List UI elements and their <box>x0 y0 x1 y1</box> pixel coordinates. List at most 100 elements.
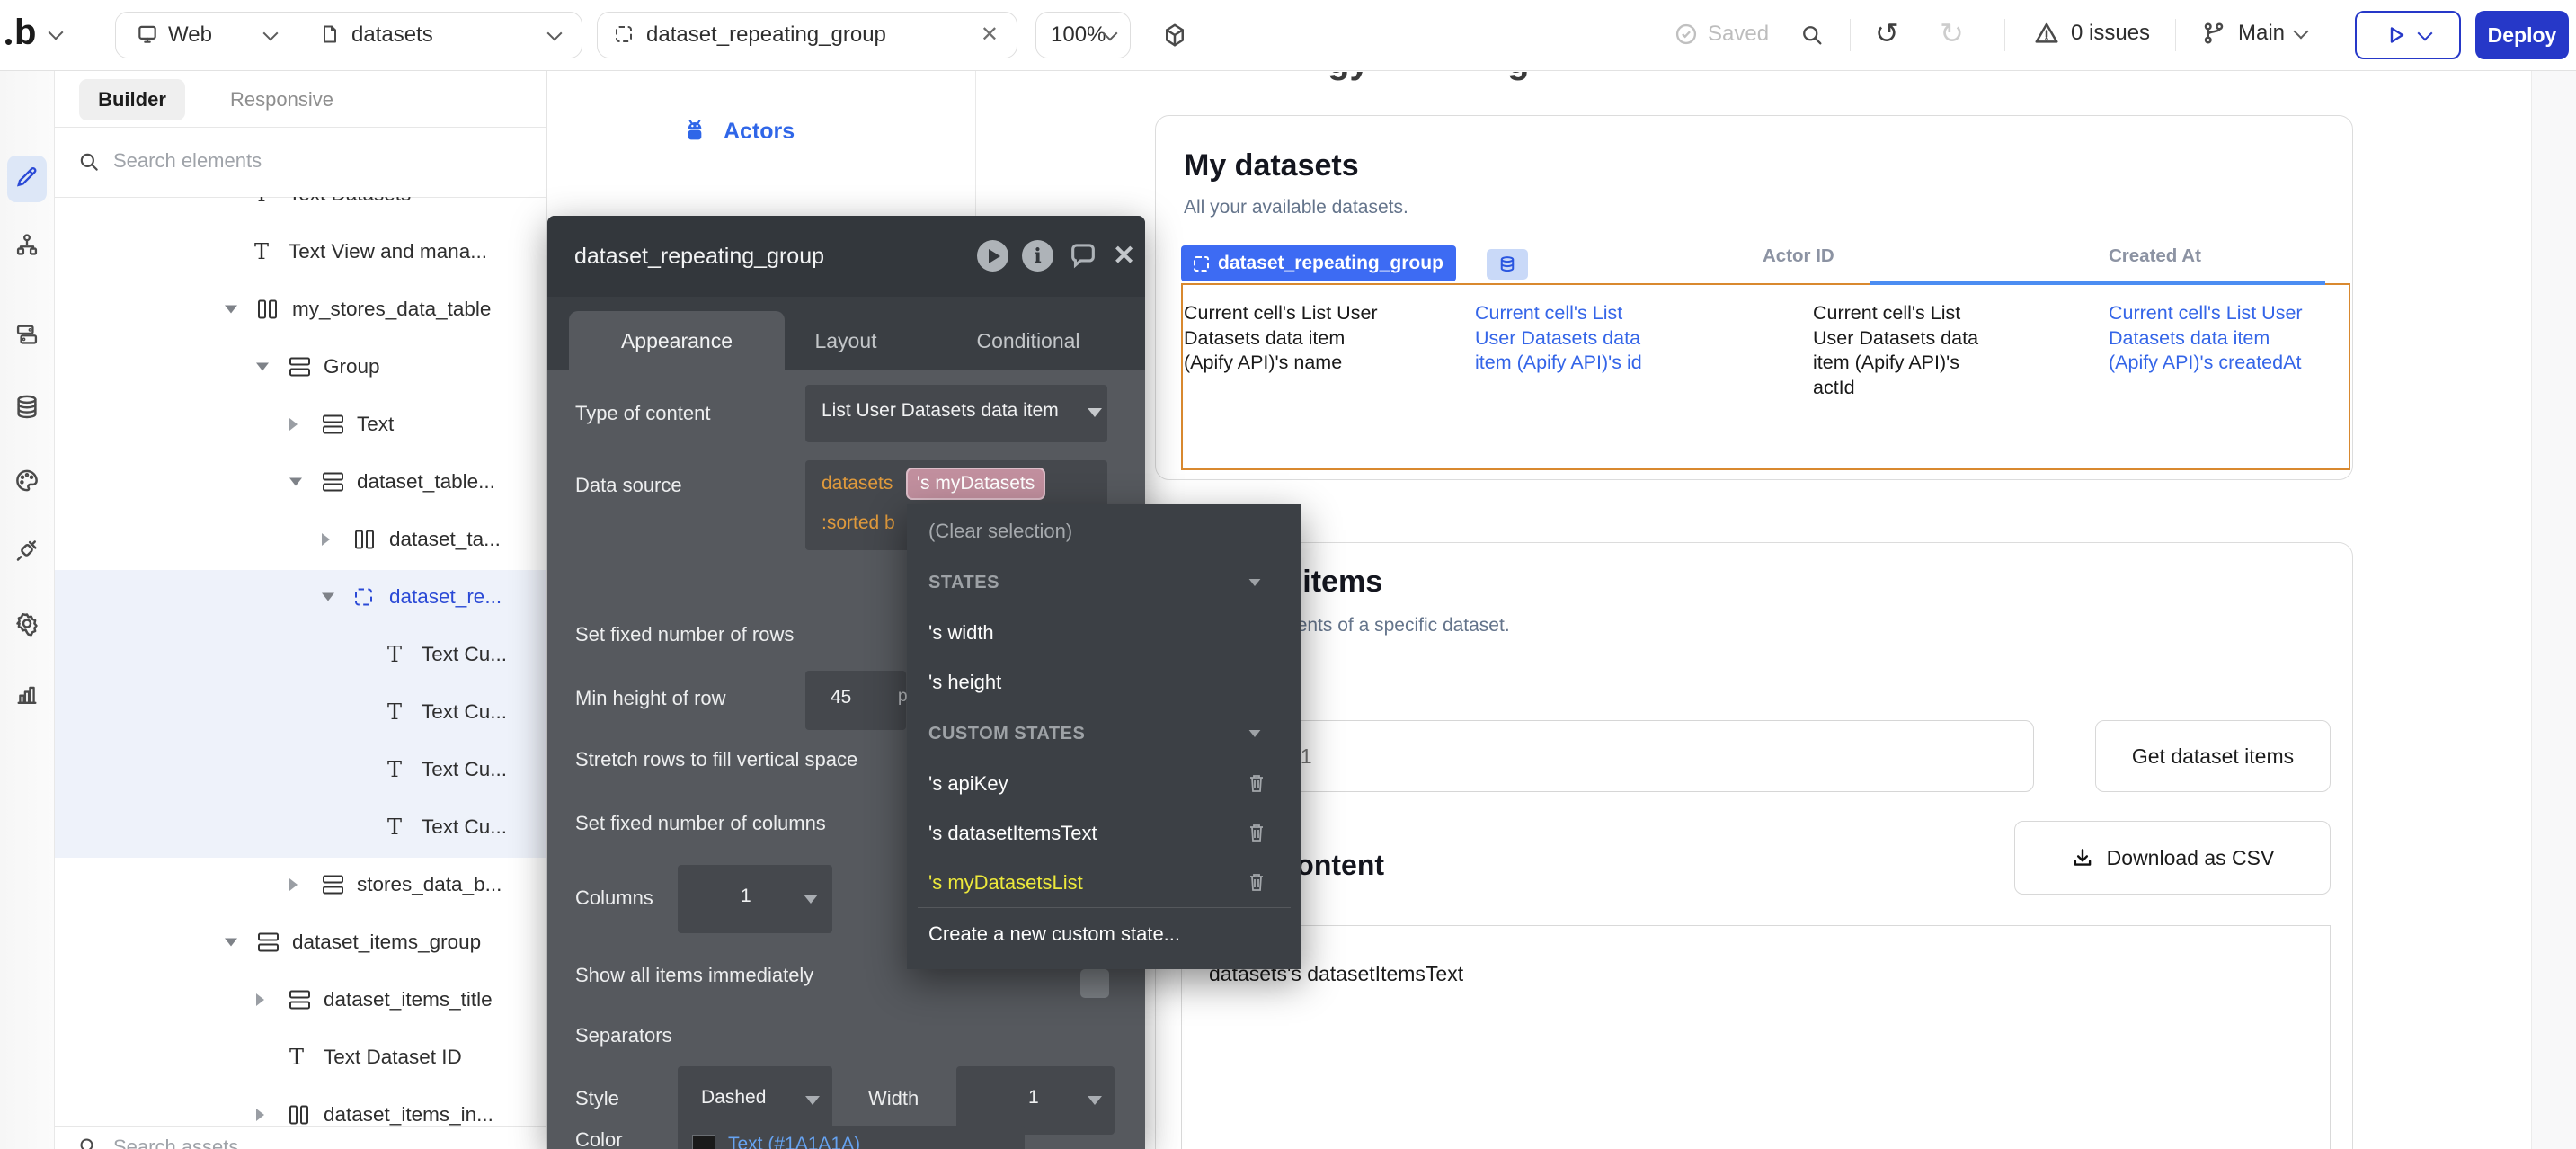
columns-select[interactable]: 1 <box>678 865 832 933</box>
tree-item-group[interactable]: Group <box>54 338 546 396</box>
page-label[interactable]: datasets <box>351 22 433 48</box>
dataset-content-box[interactable]: datasets's datasetItemsText <box>1181 925 2331 1149</box>
charts-icon[interactable] <box>14 682 40 712</box>
close-icon[interactable]: ✕ <box>981 22 999 48</box>
dropdown-create-custom-state[interactable]: Create a new custom state... <box>928 920 1180 949</box>
issues-indicator[interactable]: 0 issues <box>2033 20 2150 47</box>
tree-item-dataset-items-in[interactable]: dataset_items_in... <box>54 1086 546 1126</box>
dropdown-clear-selection[interactable]: (Clear selection) <box>928 517 1072 546</box>
show-all-checkbox[interactable] <box>1080 969 1109 998</box>
expand-arrow-icon[interactable] <box>289 478 302 486</box>
platform-label[interactable]: Web <box>168 22 212 48</box>
tree-item-label: dataset_items_title <box>324 988 493 1011</box>
trash-icon[interactable] <box>1248 773 1266 797</box>
repeating-group-cell[interactable]: Current cell's List User Datasets data i… <box>1813 301 2054 400</box>
redo-icon[interactable]: ↻ <box>1940 16 1964 50</box>
tree-item-stores-data-b[interactable]: stores_data_b... <box>54 856 546 913</box>
tree-item-dataset-items-title[interactable]: dataset_items_title <box>54 971 546 1029</box>
info-icon[interactable]: i <box>1022 240 1053 272</box>
download-csv-button[interactable]: Download as CSV <box>2014 821 2331 895</box>
expand-arrow-icon[interactable] <box>256 363 269 371</box>
cube-icon[interactable] <box>1161 21 1188 49</box>
preview-element-icon[interactable] <box>977 240 1008 272</box>
tab-responsive[interactable]: Responsive <box>214 79 350 120</box>
tree-item-dataset-table[interactable]: dataset_table... <box>54 453 546 511</box>
type-of-content-select[interactable]: List User Datasets data item <box>805 385 1107 442</box>
asset-search-bar[interactable]: Search assets <box>54 1126 546 1149</box>
undo-icon[interactable]: ↺ <box>1875 16 1899 50</box>
expand-arrow-icon[interactable] <box>322 593 334 601</box>
dropdown-section-header[interactable]: CUSTOM STATES <box>928 720 1085 747</box>
expression-state-token[interactable]: 's myDatasets <box>906 468 1045 500</box>
dropdown-state-item[interactable]: 's datasetItemsText <box>928 819 1097 848</box>
style-select[interactable]: Dashed <box>678 1066 832 1135</box>
dropdown-state-item[interactable]: 's myDatasetsList <box>928 868 1083 897</box>
chevron-down-icon[interactable] <box>2418 26 2433 41</box>
chevron-down-icon[interactable] <box>1249 579 1261 586</box>
tree-item-text-dataset-id[interactable]: TText Dataset ID <box>54 1029 546 1086</box>
collapsed-arrow-icon[interactable] <box>256 993 264 1006</box>
color-value-link[interactable]: Text (#1A1A1A) <box>728 1134 860 1149</box>
tab-builder[interactable]: Builder <box>79 79 185 120</box>
chevron-down-icon[interactable] <box>263 26 279 41</box>
tree-item-text-cu[interactable]: TText Cu... <box>54 741 546 798</box>
logo-chevron-icon[interactable] <box>49 25 64 40</box>
element-search-bar[interactable]: Search elements <box>54 127 546 198</box>
hierarchy-icon[interactable] <box>14 233 40 263</box>
tree-item-dataset-ta[interactable]: dataset_ta... <box>54 511 546 568</box>
collapsed-arrow-icon[interactable] <box>289 418 298 431</box>
collapsed-arrow-icon[interactable] <box>256 1109 264 1121</box>
trash-icon[interactable] <box>1248 872 1266 896</box>
element-tab[interactable]: dataset_repeating_group ✕ <box>597 12 1017 58</box>
expand-arrow-icon[interactable] <box>225 939 237 947</box>
dropdown-state-item[interactable]: 's apiKey <box>928 770 1008 798</box>
close-icon[interactable]: ✕ <box>1113 241 1135 272</box>
get-dataset-items-button[interactable]: Get dataset items <box>2095 720 2331 792</box>
collapsed-arrow-icon[interactable] <box>289 878 298 891</box>
pencil-icon[interactable] <box>14 165 40 194</box>
deploy-button[interactable]: Deploy <box>2475 11 2569 59</box>
zoom-select[interactable]: 100% <box>1035 12 1131 58</box>
comment-icon[interactable] <box>1067 241 1099 272</box>
width-select[interactable]: 1 <box>956 1066 1115 1135</box>
chevron-down-icon[interactable] <box>1249 730 1261 737</box>
tree-item-text-cu[interactable]: TText Cu... <box>54 626 546 683</box>
settings-gear-icon[interactable] <box>13 610 40 642</box>
collapsed-arrow-icon[interactable] <box>322 533 330 546</box>
canvas-nav-item-actors[interactable]: Actors <box>680 117 795 146</box>
repeating-group-cell[interactable]: Current cell's List User Datasets data i… <box>2109 301 2333 376</box>
min-height-label: Min height of row <box>575 686 726 711</box>
dropdown-state-item[interactable]: 's width <box>928 619 994 647</box>
tab-layout[interactable]: Layout <box>783 311 909 370</box>
tree-item-text-view-and-mana[interactable]: TText View and mana... <box>54 223 546 281</box>
dropdown-section-header[interactable]: STATES <box>928 569 999 596</box>
expression-suffix[interactable]: :sorted b <box>822 512 895 534</box>
bubble-logo[interactable]: b <box>14 13 36 53</box>
palette-icon[interactable] <box>13 468 40 499</box>
min-height-input[interactable]: 45 <box>805 671 906 730</box>
tab-conditional[interactable]: Conditional <box>943 311 1114 370</box>
trash-icon[interactable] <box>1248 823 1266 847</box>
plugin-icon[interactable] <box>13 538 40 569</box>
tree-item-my-stores-data-table[interactable]: my_stores_data_table <box>54 281 546 338</box>
dataset-id-input[interactable] <box>1181 720 2034 792</box>
tree-item-text-cu[interactable]: TText Cu... <box>54 683 546 741</box>
color-picker[interactable]: Text (#1A1A1A) <box>678 1126 1025 1149</box>
expression-prefix[interactable]: datasets <box>822 473 893 494</box>
tree-item-text-cu[interactable]: TText Cu... <box>54 798 546 856</box>
dropdown-state-item[interactable]: 's height <box>928 668 1001 697</box>
repeating-group-cell[interactable]: Current cell's List User Datasets data i… <box>1184 301 1471 376</box>
tab-appearance[interactable]: Appearance <box>569 311 785 370</box>
tree-item-text[interactable]: Text <box>54 396 546 453</box>
chevron-down-icon[interactable] <box>547 26 563 41</box>
tree-item-dataset-items-group[interactable]: dataset_items_group <box>54 913 546 971</box>
branch-selector[interactable]: Main <box>2200 20 2306 47</box>
tree-item-dataset-re[interactable]: dataset_re... <box>54 568 546 626</box>
preview-button[interactable] <box>2355 11 2461 59</box>
expand-arrow-icon[interactable] <box>225 306 237 314</box>
tree-item-text-datasets[interactable]: TText Datasets <box>54 197 546 223</box>
components-icon[interactable] <box>14 322 40 352</box>
database-icon[interactable] <box>13 394 40 425</box>
search-icon[interactable] <box>1799 22 1825 48</box>
repeating-group-cell[interactable]: Current cell's List User Datasets data i… <box>1475 301 1716 376</box>
